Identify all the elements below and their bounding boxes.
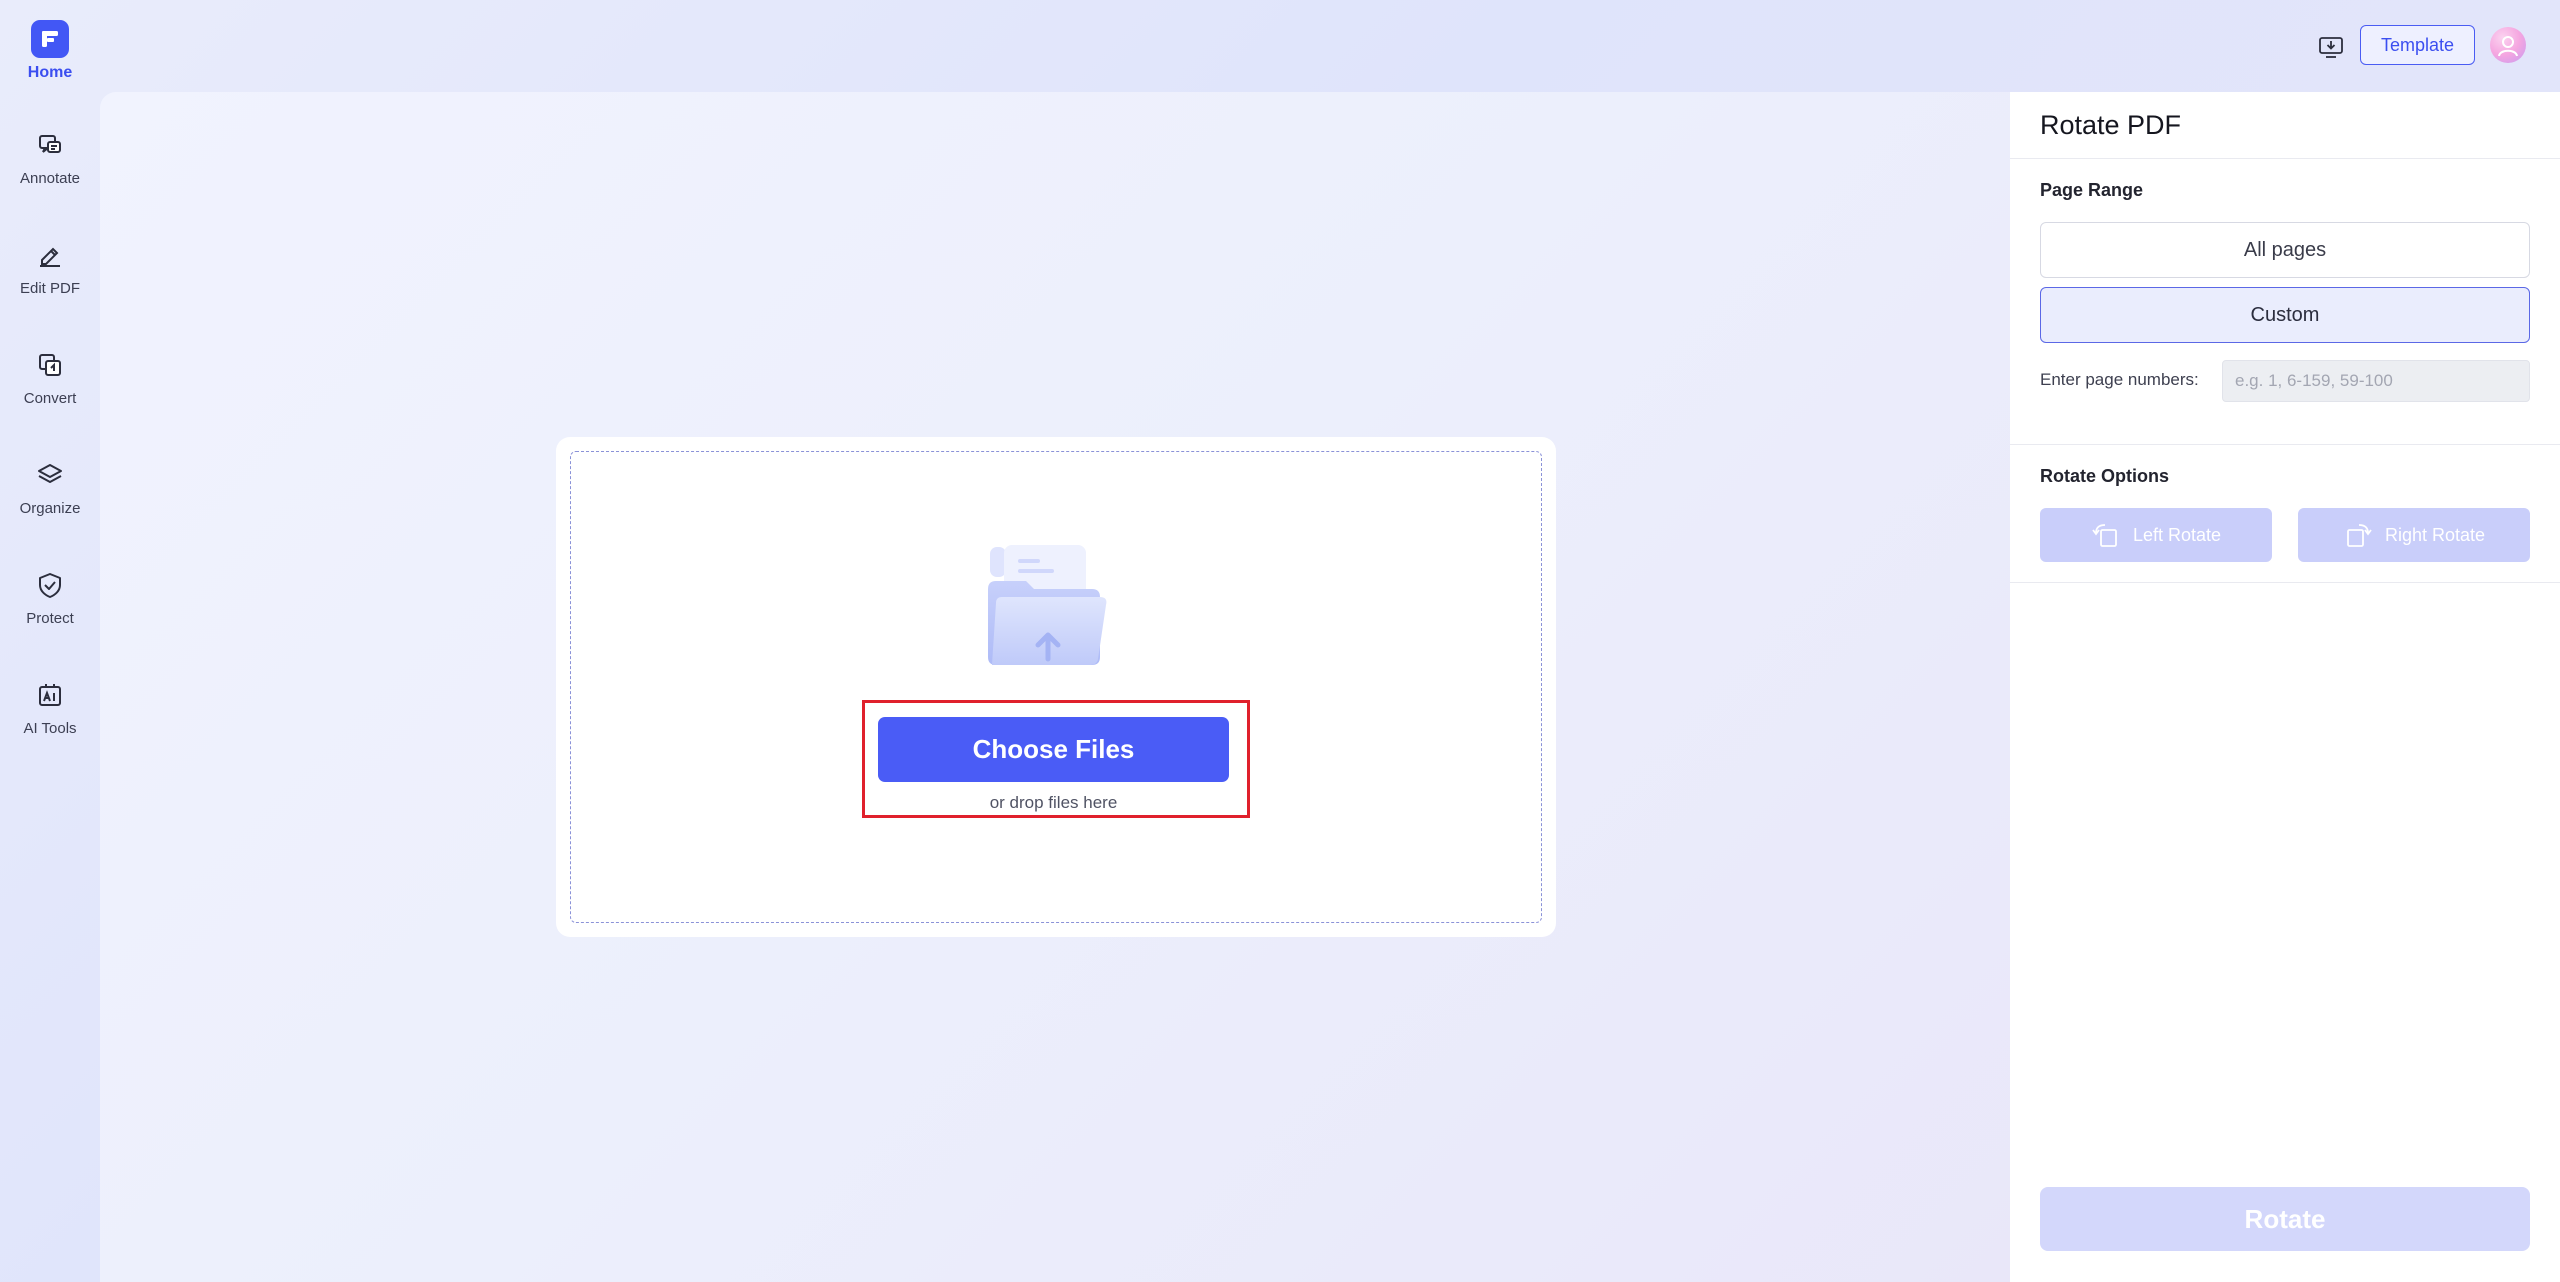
sidebar-item-label: Organize	[19, 500, 81, 517]
left-rotate-button[interactable]: Left Rotate	[2040, 508, 2272, 562]
sidebar-item-ai-tools[interactable]: AI Tools	[0, 680, 100, 760]
choose-files-button[interactable]: Choose Files	[878, 717, 1229, 782]
user-icon	[2498, 36, 2518, 57]
sidebar-item-convert[interactable]: Convert	[0, 350, 100, 430]
all-pages-option[interactable]: All pages	[2040, 222, 2530, 278]
folder-upload-icon	[982, 541, 1112, 671]
protect-icon	[35, 570, 65, 600]
edit-pdf-icon	[35, 240, 65, 270]
sidebar-item-edit-pdf[interactable]: Edit PDF	[0, 240, 100, 320]
app-logo-icon	[31, 20, 69, 58]
file-drop-zone[interactable]	[570, 451, 1542, 923]
sidebar-item-label: Convert	[23, 390, 77, 407]
rotate-right-icon	[2347, 524, 2372, 547]
organize-icon	[35, 460, 65, 490]
rotate-button[interactable]: Rotate	[2040, 1187, 2530, 1251]
panel-title: Rotate PDF	[2040, 110, 2182, 140]
custom-range-option[interactable]: Custom	[2040, 287, 2530, 343]
template-button[interactable]: Template	[2360, 25, 2475, 65]
left-rotate-label: Left Rotate	[2132, 524, 2222, 545]
sidebar-item-label: Annotate	[19, 170, 81, 187]
avatar[interactable]	[2490, 27, 2526, 63]
download-app-button[interactable]	[2316, 32, 2346, 62]
sidebar-item-label: Edit PDF	[19, 280, 80, 297]
annotate-icon	[35, 130, 65, 160]
ai-tools-icon	[35, 680, 65, 710]
right-rotate-label: Right Rotate	[2384, 524, 2486, 545]
page-numbers-label: Enter page numbers:	[2040, 370, 2199, 389]
sidebar-item-label: Protect	[26, 610, 74, 627]
sidebar-item-label: AI Tools	[23, 720, 77, 737]
divider	[2010, 444, 2560, 445]
page-range-label: Page Range	[2040, 180, 2144, 200]
sidebar-item-organize[interactable]: Organize	[0, 460, 100, 540]
divider	[2010, 158, 2560, 159]
left-sidebar: Home Annotate Edit PDF Convert Organize …	[0, 0, 100, 1282]
divider	[2010, 582, 2560, 583]
rotate-left-icon	[2092, 524, 2117, 547]
convert-icon	[35, 350, 65, 380]
upload-card: Choose Files or drop files here	[556, 437, 1556, 937]
sidebar-item-protect[interactable]: Protect	[0, 570, 100, 650]
sidebar-item-annotate[interactable]: Annotate	[0, 130, 100, 210]
rotate-options-label: Rotate Options	[2040, 466, 2169, 486]
page-numbers-input[interactable]	[2222, 360, 2530, 402]
right-rotate-button[interactable]: Right Rotate	[2298, 508, 2530, 562]
main-workspace: Choose Files or drop files here	[100, 92, 2010, 1282]
home-nav-item[interactable]: Home	[0, 20, 100, 90]
drop-files-hint: or drop files here	[989, 793, 1118, 812]
rotate-settings-panel: Rotate PDF Page Range All pages Custom E…	[2010, 92, 2560, 1282]
home-label: Home	[27, 64, 73, 81]
download-icon	[2319, 37, 2343, 58]
